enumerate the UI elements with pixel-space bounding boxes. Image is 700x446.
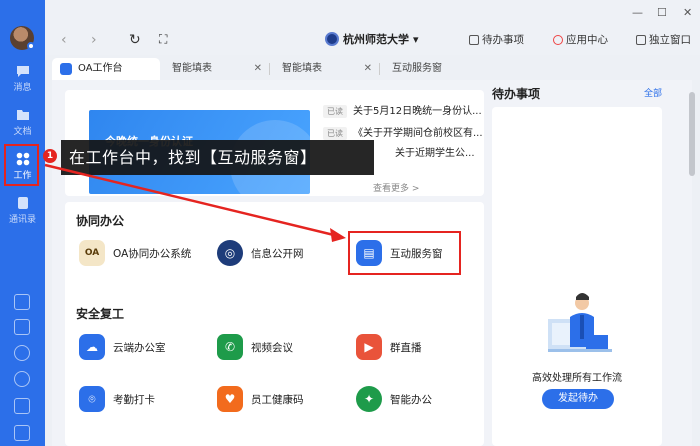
tab-label: 智能填表 <box>282 63 322 74</box>
window-icon <box>636 34 646 45</box>
app-center-label: 应用中心 <box>566 34 608 46</box>
app-label: OA协同办公系统 <box>113 247 192 260</box>
top-bar: — ☐ ✕ ‹ › ↻ ⛶ 杭州师范大学 ▾ 待办事项 应用中心 独立窗口 <box>45 0 700 55</box>
news-title: 《关于开学期间仓前校区有... <box>353 128 483 139</box>
refresh-button[interactable]: ↻ <box>129 32 141 48</box>
standalone-label: 独立窗口 <box>649 34 691 46</box>
tv-icon: ▶ <box>356 334 382 360</box>
read-badge: 已读 <box>323 126 347 140</box>
tab-divider <box>269 63 270 75</box>
app-center-button[interactable]: 应用中心 <box>553 32 608 47</box>
document-icon <box>16 110 29 120</box>
tab-oa-workbench[interactable]: OA工作台 <box>52 58 160 80</box>
rail-label: 文档 <box>13 127 32 137</box>
close-icon[interactable]: ✕ <box>364 58 372 80</box>
read-badge: 已读 <box>323 104 347 118</box>
folder-icon[interactable] <box>14 425 30 441</box>
university-seal-icon: ◎ <box>217 240 243 266</box>
campus-name: 杭州师范大学 <box>343 33 409 46</box>
app-label: 智能办公 <box>390 393 432 406</box>
todo-empty-text: 高效处理所有工作流 <box>532 373 622 384</box>
lightning-icon[interactable] <box>14 345 30 361</box>
tab-label: OA工作台 <box>78 63 123 74</box>
app-attendance[interactable]: ⌾ 考勤打卡 <box>79 386 155 412</box>
mail-icon[interactable] <box>14 398 30 414</box>
todo-label: 待办事项 <box>482 34 524 46</box>
app-center-icon <box>553 34 563 45</box>
close-icon[interactable]: ✕ <box>254 58 262 80</box>
news-title: 关于5月12日晚统一身份认... <box>353 106 482 117</box>
rail-item-docs[interactable]: 文档 <box>0 108 45 137</box>
scroll-thumb[interactable] <box>689 92 695 176</box>
maximize-button[interactable]: ☐ <box>657 6 667 19</box>
app-live-stream[interactable]: ▶ 群直播 <box>356 334 422 360</box>
rail-item-contacts[interactable]: 通讯录 <box>0 196 45 225</box>
scrollbar[interactable] <box>688 84 696 446</box>
calendar-icon[interactable] <box>14 294 30 310</box>
app-label: 员工健康码 <box>251 393 304 406</box>
section-title: 协同办公 <box>76 214 125 228</box>
tab-smart-form-2[interactable]: 智能填表 ✕ <box>272 58 376 80</box>
screenshot-button[interactable]: ⛶ <box>159 32 167 47</box>
news-item[interactable]: 关于近期学生公... <box>395 144 475 159</box>
phone-icon[interactable] <box>14 371 30 387</box>
tab-divider <box>379 63 380 75</box>
todo-title: 待办事项 <box>492 87 541 101</box>
cloud-icon: ☁ <box>79 334 105 360</box>
news-item[interactable]: 已读 关于5月12日晚统一身份认... <box>323 102 482 118</box>
app-label: 信息公开网 <box>251 247 304 260</box>
forward-button[interactable]: › <box>91 32 97 48</box>
tab-label: 互动服务窗 <box>392 63 442 74</box>
instruction-tooltip: 在工作台中，找到【互动服务窗】 <box>61 140 374 175</box>
app-label: 群直播 <box>390 341 422 354</box>
todo-card: 高效处理所有工作流 发起待办 <box>492 107 662 446</box>
highlight-box <box>348 231 461 275</box>
app-label: 视频会议 <box>251 341 293 354</box>
back-button[interactable]: ‹ <box>61 32 67 48</box>
chevron-down-icon: ▾ <box>413 32 419 46</box>
tab-label: 智能填表 <box>172 63 212 74</box>
location-pin-icon: ⌾ <box>79 386 105 412</box>
tab-smart-form-1[interactable]: 智能填表 ✕ <box>162 58 266 80</box>
rail-label: 通讯录 <box>8 215 36 225</box>
rail-label: 消息 <box>13 83 32 93</box>
app-oa-system[interactable]: OA OA协同办公系统 <box>79 240 191 266</box>
tab-interactive-service[interactable]: 互动服务窗 <box>382 58 482 80</box>
app-smart-office[interactable]: ✦ 智能办公 <box>356 386 432 412</box>
app-health-code[interactable]: ♥ 员工健康码 <box>217 386 304 412</box>
todo-all-link[interactable]: 全部 <box>644 86 662 99</box>
university-logo-icon <box>325 32 339 46</box>
news-item[interactable]: 已读 《关于开学期间仓前校区有... <box>323 124 483 140</box>
status-dot <box>27 42 35 50</box>
left-rail: 消息 文档 工作 通讯录 <box>0 0 45 446</box>
app-cloud-office[interactable]: ☁ 云端办公室 <box>79 334 166 360</box>
campus-selector[interactable]: 杭州师范大学 ▾ <box>325 31 419 47</box>
shield-icon: ♥ <box>217 386 243 412</box>
check-icon[interactable] <box>14 319 30 335</box>
highlight-box <box>4 144 39 186</box>
app-video-meeting[interactable]: ✆ 视频会议 <box>217 334 293 360</box>
news-title: 关于近期学生公... <box>395 148 475 159</box>
todo-button[interactable]: 待办事项 <box>469 32 524 47</box>
step-badge: 1 <box>43 149 57 163</box>
app-info-disclosure[interactable]: ◎ 信息公开网 <box>217 240 304 266</box>
view-more-link[interactable]: 查看更多 > <box>373 181 419 194</box>
graduation-cap-icon: ✦ <box>356 386 382 412</box>
standalone-window-button[interactable]: 独立窗口 <box>636 32 691 47</box>
oa-logo-icon: OA <box>79 240 105 266</box>
app-label: 考勤打卡 <box>113 393 155 406</box>
oa-icon <box>60 63 72 75</box>
app-label: 云端办公室 <box>113 341 166 354</box>
rail-item-messages[interactable]: 消息 <box>0 64 45 93</box>
create-todo-button[interactable]: 发起待办 <box>542 389 614 409</box>
section-title: 安全复工 <box>76 307 125 321</box>
message-icon <box>16 66 29 77</box>
contacts-icon <box>17 197 28 209</box>
worker-illustration <box>548 293 612 352</box>
minimize-button[interactable]: — <box>632 6 643 19</box>
phone-icon: ✆ <box>217 334 243 360</box>
checkbox-icon <box>469 34 479 45</box>
close-button[interactable]: ✕ <box>683 6 692 19</box>
workbench-content: 今晚统一身份认证 已读关于5月12日晚统一身份认... 已读《关于开学期间仓前校… <box>52 80 692 446</box>
